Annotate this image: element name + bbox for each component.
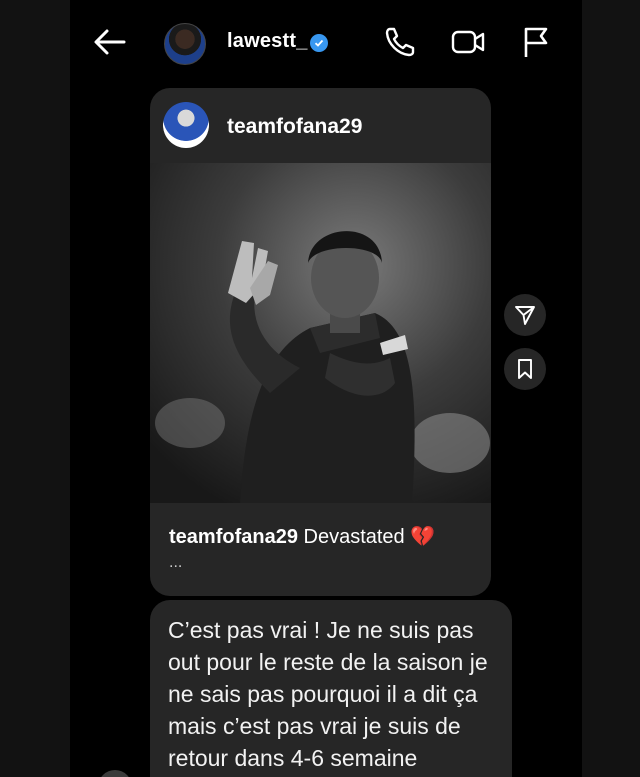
shared-post-card[interactable]: teamfofana29 teamfofana29 Devastated 💔 .… [150, 88, 491, 596]
verified-badge-icon [310, 34, 328, 52]
share-button[interactable] [504, 294, 546, 336]
post-author-username[interactable]: teamfofana29 [227, 115, 362, 139]
post-photo[interactable] [150, 163, 491, 503]
arrow-left-icon[interactable] [92, 26, 128, 58]
chat-header: lawestt_ [70, 0, 582, 86]
message-bubble[interactable]: C’est pas vrai ! Je ne suis pas out pour… [150, 600, 512, 777]
phone-icon[interactable] [382, 24, 418, 60]
caption-more[interactable]: ... [169, 554, 182, 572]
save-button[interactable] [504, 348, 546, 390]
post-author-avatar[interactable] [163, 102, 209, 148]
send-icon [515, 306, 535, 325]
post-caption: teamfofana29 Devastated 💔 [169, 524, 435, 549]
player-photo-illustration [150, 163, 491, 503]
bookmark-icon [518, 359, 532, 379]
chat-screen: lawestt_ teamfofana29 teamfofana29 Devas… [70, 0, 582, 777]
flag-icon[interactable] [518, 24, 554, 60]
shared-post-header[interactable]: teamfofana29 [150, 88, 491, 163]
contact-avatar[interactable] [164, 23, 206, 65]
caption-username[interactable]: teamfofana29 [169, 526, 298, 548]
caption-text: Devastated 💔 [303, 526, 436, 548]
contact-username[interactable]: lawestt_ [227, 30, 308, 53]
sender-avatar[interactable] [98, 770, 132, 777]
video-camera-icon[interactable] [450, 24, 486, 60]
message-text: C’est pas vrai ! Je ne suis pas out pour… [168, 617, 488, 771]
